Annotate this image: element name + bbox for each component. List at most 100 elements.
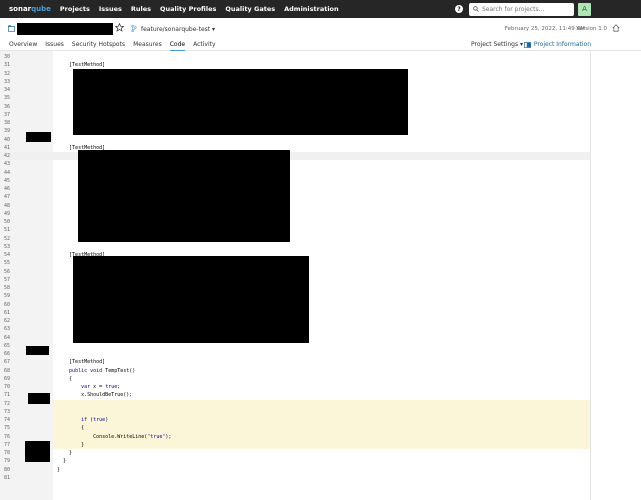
code-line[interactable]: 76 Console.WriteLine("true"); bbox=[0, 432, 590, 441]
line-number[interactable]: 75 bbox=[4, 424, 20, 432]
line-code: public void TempTest() bbox=[69, 367, 136, 374]
project-information-label: Project Information bbox=[533, 41, 591, 48]
line-number[interactable]: 51 bbox=[4, 226, 20, 234]
line-number[interactable]: 79 bbox=[4, 457, 20, 465]
line-number[interactable]: 49 bbox=[4, 210, 20, 218]
line-number[interactable]: 46 bbox=[4, 185, 20, 193]
line-number[interactable]: 40 bbox=[4, 136, 20, 144]
code-line[interactable]: 69 { bbox=[0, 375, 590, 383]
line-number[interactable]: 38 bbox=[4, 119, 20, 127]
code-line[interactable]: 67 [TestMethod] bbox=[0, 358, 590, 366]
code-line[interactable]: 73 bbox=[0, 407, 590, 416]
code-line[interactable]: 79 } bbox=[0, 457, 590, 465]
nav-administration[interactable]: Administration bbox=[284, 5, 339, 13]
line-number[interactable]: 42 bbox=[4, 152, 20, 160]
project-settings-menu[interactable]: Project Settings ▾ bbox=[471, 41, 523, 48]
nav-quality-gates[interactable]: Quality Gates bbox=[225, 5, 275, 13]
nav-rules[interactable]: Rules bbox=[131, 5, 151, 13]
code-line[interactable]: 30 bbox=[0, 53, 590, 61]
tab-code[interactable]: Code bbox=[169, 41, 186, 51]
line-number[interactable]: 55 bbox=[4, 259, 20, 267]
line-number[interactable]: 54 bbox=[4, 251, 20, 259]
line-number[interactable]: 30 bbox=[4, 53, 20, 61]
line-number[interactable]: 77 bbox=[4, 441, 20, 449]
code-line[interactable]: 81 bbox=[0, 474, 590, 482]
line-number[interactable]: 59 bbox=[4, 292, 20, 300]
line-number[interactable]: 81 bbox=[4, 474, 20, 482]
line-number[interactable]: 78 bbox=[4, 449, 20, 457]
line-number[interactable]: 37 bbox=[4, 111, 20, 119]
code-line[interactable]: 74 if (true) bbox=[0, 416, 590, 425]
line-number[interactable]: 45 bbox=[4, 177, 20, 185]
line-number[interactable]: 32 bbox=[4, 70, 20, 78]
code-line[interactable]: 72 bbox=[0, 399, 590, 408]
favorite-star-icon[interactable] bbox=[115, 23, 124, 32]
line-number[interactable]: 76 bbox=[4, 433, 20, 441]
nav-issues[interactable]: Issues bbox=[99, 5, 122, 13]
line-number[interactable]: 70 bbox=[4, 383, 20, 391]
tab-overview[interactable]: Overview bbox=[9, 41, 37, 51]
code-line[interactable]: 70 var x = true; bbox=[0, 383, 590, 391]
line-number[interactable]: 35 bbox=[4, 94, 20, 102]
line-number[interactable]: 61 bbox=[4, 309, 20, 317]
project-icon bbox=[8, 25, 15, 32]
line-number[interactable]: 64 bbox=[4, 334, 20, 342]
line-number[interactable]: 71 bbox=[4, 391, 20, 399]
line-number[interactable]: 34 bbox=[4, 86, 20, 94]
line-number[interactable]: 36 bbox=[4, 103, 20, 111]
code-line[interactable]: 40 bbox=[0, 136, 590, 144]
line-number[interactable]: 56 bbox=[4, 268, 20, 276]
line-number[interactable]: 69 bbox=[4, 375, 20, 383]
line-number[interactable]: 44 bbox=[4, 169, 20, 177]
code-line[interactable]: 53 bbox=[0, 243, 590, 251]
line-number[interactable]: 41 bbox=[4, 144, 20, 152]
line-number[interactable]: 65 bbox=[4, 342, 20, 350]
line-number[interactable]: 73 bbox=[4, 408, 20, 416]
code-line[interactable]: 71 x.ShouldBeTrue(); bbox=[0, 391, 590, 399]
line-number[interactable]: 74 bbox=[4, 416, 20, 424]
line-number[interactable]: 50 bbox=[4, 218, 20, 226]
search-box[interactable] bbox=[469, 2, 574, 16]
line-number[interactable]: 62 bbox=[4, 317, 20, 325]
home-icon[interactable] bbox=[612, 24, 620, 32]
line-number[interactable]: 31 bbox=[4, 61, 20, 69]
code-line[interactable]: 66 bbox=[0, 350, 590, 358]
help-icon[interactable]: ? bbox=[455, 5, 463, 13]
tab-security-hotspots[interactable]: Security Hotspots bbox=[72, 41, 125, 51]
line-number[interactable]: 72 bbox=[4, 400, 20, 408]
branch-icon bbox=[131, 25, 137, 32]
code-line[interactable]: 77 } bbox=[0, 440, 590, 449]
line-number[interactable]: 33 bbox=[4, 78, 20, 86]
project-information-link[interactable]: Project Information bbox=[523, 41, 591, 48]
sonarqube-logo[interactable]: sonarqube bbox=[9, 5, 51, 13]
line-highlight bbox=[53, 399, 590, 408]
avatar[interactable]: A bbox=[578, 2, 591, 16]
nav-quality-profiles[interactable]: Quality Profiles bbox=[160, 5, 216, 13]
code-line[interactable]: 68 public void TempTest() bbox=[0, 367, 590, 375]
line-number[interactable]: 60 bbox=[4, 301, 20, 309]
search-input[interactable] bbox=[482, 5, 567, 13]
line-number[interactable]: 66 bbox=[4, 350, 20, 358]
line-number[interactable]: 43 bbox=[4, 160, 20, 168]
line-number[interactable]: 39 bbox=[4, 127, 20, 135]
code-line[interactable]: 75 { bbox=[0, 424, 590, 433]
code-line[interactable]: 78 } bbox=[0, 449, 590, 457]
line-number[interactable]: 57 bbox=[4, 276, 20, 284]
branch-selector[interactable]: feature/sonarqube-test ▾ bbox=[141, 26, 215, 33]
line-number[interactable]: 47 bbox=[4, 193, 20, 201]
line-number[interactable]: 67 bbox=[4, 358, 20, 366]
nav-projects[interactable]: Projects bbox=[60, 5, 90, 13]
tab-measures[interactable]: Measures bbox=[133, 41, 162, 51]
project-name-redacted bbox=[17, 23, 113, 35]
tab-activity[interactable]: Activity bbox=[193, 41, 215, 51]
tab-issues[interactable]: Issues bbox=[45, 41, 64, 51]
line-number[interactable]: 48 bbox=[4, 202, 20, 210]
code-line[interactable]: 80} bbox=[0, 466, 590, 474]
line-number[interactable]: 58 bbox=[4, 284, 20, 292]
line-number[interactable]: 63 bbox=[4, 325, 20, 333]
line-number[interactable]: 52 bbox=[4, 235, 20, 243]
line-number[interactable]: 80 bbox=[4, 466, 20, 474]
line-number[interactable]: 53 bbox=[4, 243, 20, 251]
line-code: } bbox=[57, 450, 73, 456]
line-number[interactable]: 68 bbox=[4, 367, 20, 375]
